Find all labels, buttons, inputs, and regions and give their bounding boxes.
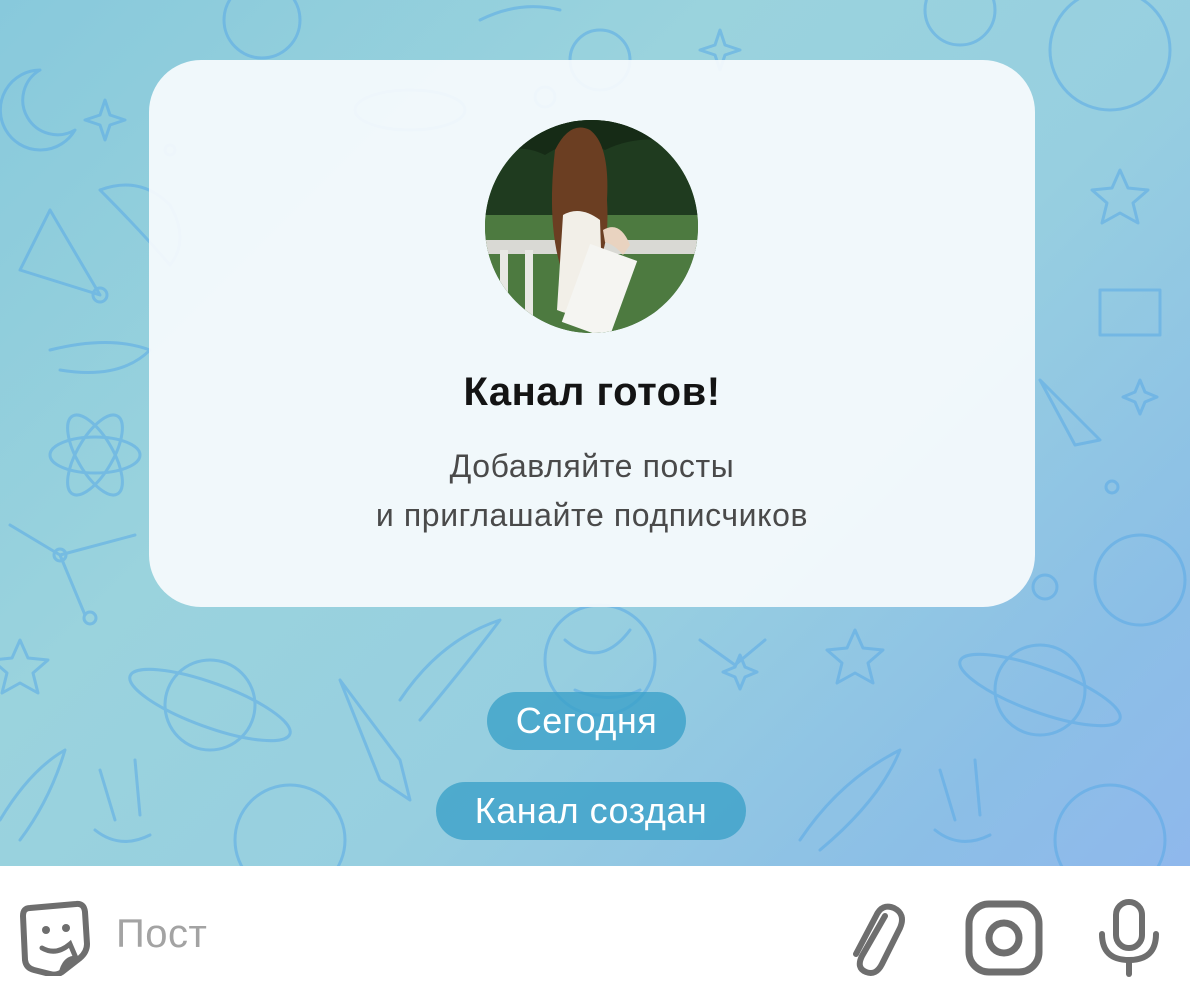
post-input[interactable]: Пост bbox=[116, 912, 207, 957]
paperclip-icon[interactable] bbox=[840, 898, 910, 978]
sticker-icon[interactable] bbox=[20, 900, 90, 976]
date-separator: Сегодня bbox=[487, 692, 686, 750]
channel-screen: Канал готов! Добавляйте посты и приглаша… bbox=[0, 0, 1190, 1008]
service-message: Канал создан bbox=[436, 782, 746, 840]
chat-area[interactable]: Канал готов! Добавляйте посты и приглаша… bbox=[0, 0, 1190, 866]
card-title: Канал готов! bbox=[463, 370, 721, 414]
camera-icon[interactable] bbox=[965, 900, 1043, 976]
card-subtitle-line-1: Добавляйте посты bbox=[449, 448, 735, 484]
card-subtitle-line-2: и приглашайте подписчиков bbox=[375, 497, 809, 533]
channel-avatar-photo bbox=[485, 120, 698, 333]
microphone-icon[interactable] bbox=[1096, 898, 1162, 978]
channel-avatar[interactable] bbox=[485, 120, 698, 333]
